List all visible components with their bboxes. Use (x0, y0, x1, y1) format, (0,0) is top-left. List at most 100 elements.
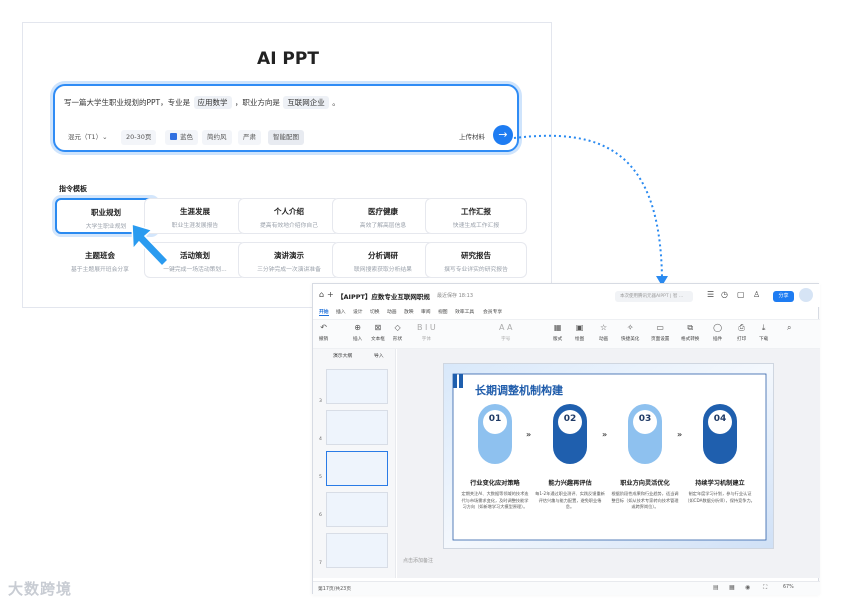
prompt-text-after: 。 (332, 98, 340, 107)
menu-item[interactable]: 开始 (319, 308, 329, 316)
avatar[interactable] (799, 288, 813, 302)
play-icon[interactable]: ◉ (745, 584, 750, 591)
menu-item[interactable]: 视图 (438, 308, 448, 315)
color-swatch-icon (170, 133, 177, 140)
direction-slot[interactable]: 互联网企业 (283, 96, 329, 109)
download-button[interactable]: ⤓ 下载 (759, 323, 768, 342)
step-badge: 02 (553, 404, 587, 464)
shape-button[interactable]: ◇ 形状 (393, 323, 402, 342)
chevron-right-icon: » (526, 430, 532, 439)
menu-bar: 开始 插入 设计 切换 动画 放映 审阅 视图 效率工具 会员专享 (313, 307, 820, 317)
page-indicator: 第17页/共23页 (318, 587, 352, 592)
draw-button[interactable]: ▣ 绘图 (575, 323, 584, 342)
menu-item[interactable]: 插入 (336, 308, 346, 315)
pointer-arrow-icon (131, 222, 170, 268)
comment-icon[interactable]: ▢ (737, 290, 745, 299)
major-slot[interactable]: 应用数学 (193, 96, 232, 109)
template-sub: 提高有效地介绍你自己 (260, 223, 318, 229)
menu-item[interactable]: 设计 (353, 308, 363, 315)
fit-icon[interactable]: ⛶ (763, 584, 767, 592)
step-number: 03 (638, 414, 652, 424)
share-button[interactable]: 分享 (773, 291, 794, 302)
beautify-button[interactable]: ✧ 快捷美化 (621, 323, 639, 342)
home-icon[interactable]: ⌂ (319, 290, 324, 299)
color-select[interactable]: 蓝色 (165, 130, 198, 145)
model-select[interactable]: 混元（T1）⌄ (63, 130, 113, 145)
slide-thumbnail[interactable] (326, 533, 388, 568)
menu-item[interactable]: 审阅 (421, 308, 431, 315)
menu-item[interactable]: 效率工具 (455, 308, 474, 315)
slide-number: 5 (319, 475, 322, 480)
template-sub: 高效了解高层信息 (359, 223, 407, 229)
prompt-text[interactable]: 写一篇大学生职业规划的PPT，专业是 应用数学 ，职业方向是 互联网企业 。 (64, 96, 340, 109)
slide-thumbnail[interactable] (326, 410, 388, 445)
slide-thumbnail[interactable] (326, 369, 388, 404)
font-size-select[interactable]: A A 字号 (499, 323, 513, 342)
slide-number: 4 (319, 437, 322, 442)
slide-thumbnail[interactable] (326, 451, 388, 486)
template-card[interactable]: 个人介绍 提高有效地介绍你自己 (238, 198, 340, 234)
template-card[interactable]: 分析调研 联网搜索获取分析结果 (332, 242, 434, 278)
print-button[interactable]: ⎙ 打印 (737, 323, 746, 342)
layout-button[interactable]: ▦ 版式 (553, 323, 562, 342)
slide-thumbnail[interactable] (326, 492, 388, 527)
color-label: 蓝色 (180, 133, 193, 141)
star-icon: ☆ (600, 323, 608, 332)
document-title[interactable]: 【AIPPT】应数专业互联网职规 (337, 291, 430, 301)
ai-search-input[interactable]: 本次使用腾讯元器AIPPT | 智 ... (615, 291, 693, 302)
collab-icon[interactable]: ♙ (753, 290, 760, 299)
step-number: 04 (713, 414, 727, 424)
template-title: 职业规划 (91, 208, 121, 217)
search-button[interactable]: ⌕ (787, 323, 791, 333)
prompt-text-middle: ，职业方向是 (234, 98, 280, 107)
step-title: 职业方向灵活优化 (620, 480, 670, 487)
textbox-button[interactable]: ⊠ 文本框 (371, 323, 385, 342)
download-icon: ⤓ (761, 323, 766, 332)
style-select[interactable]: 简约风 (202, 130, 232, 145)
prompt-input[interactable]: 写一篇大学生职业规划的PPT，专业是 应用数学 ，职业方向是 互联网企业 。 混… (53, 84, 519, 152)
menu-item[interactable]: 会员专享 (483, 308, 502, 315)
animation-button[interactable]: ☆ 动画 (599, 323, 608, 342)
grid-view-icon[interactable]: ▦ (729, 584, 735, 591)
current-slide[interactable]: 长期调整机制构建 01 02 03 04 » » » 行业变化应对策略 能力兴趣… (443, 363, 774, 549)
history-icon[interactable]: ◷ (721, 290, 728, 299)
step-description: 定期关注AI、大数据等领域的技术迭代与市场需求变化，及时调整技能学习方向（如新增… (461, 491, 529, 509)
search-icon: ⌕ (787, 323, 792, 332)
tab-import[interactable]: 导入 (374, 352, 384, 359)
slide-title: 长期调整机制构建 (475, 384, 563, 397)
add-icon[interactable]: + (327, 290, 334, 299)
font-icon: B I U (417, 323, 436, 332)
menu-item[interactable]: 动画 (387, 308, 397, 315)
magic-icon: ✧ (626, 323, 634, 332)
step-description: 每1-2年通过职业测评、实践反馈重新评估兴趣与能力配置，避免职业倦怠。 (535, 491, 605, 509)
slide-number: 3 (319, 399, 322, 404)
pages-select[interactable]: 20-30页 (121, 130, 157, 145)
template-card[interactable]: 演讲演示 三分钟完成一次演讲准备 (238, 242, 340, 278)
undo-button[interactable]: ↶ 撤销 (319, 323, 328, 342)
step-number: 01 (488, 414, 502, 424)
editor-titlebar: ⌂ + 【AIPPT】应数专业互联网职规 最近保存 18:13 本次使用腾讯元器… (313, 284, 820, 307)
tab-outline[interactable]: 演示大纲 (333, 352, 352, 359)
step-title: 持续学习机制建立 (695, 480, 745, 487)
font-select[interactable]: B I U 字体 (417, 323, 436, 342)
template-card[interactable]: 医疗健康 高效了解高层信息 (332, 198, 434, 234)
notes-toggle-icon[interactable]: ▤ (713, 584, 719, 591)
insert-button[interactable]: ⊕ 插入 (353, 323, 362, 342)
menu-icon[interactable]: ☰ (707, 290, 714, 299)
page-icon: ▭ (656, 323, 664, 332)
notes-input[interactable]: 点击添加备注 (403, 557, 433, 564)
arrow-right-icon: → (498, 128, 508, 141)
template-title: 分析调研 (368, 251, 398, 260)
menu-item[interactable]: 切换 (370, 308, 380, 315)
upload-button[interactable]: 上传材料 (459, 131, 485, 141)
page-setup-button[interactable]: ▭ 页面设置 (651, 323, 669, 342)
dotted-connector (513, 134, 668, 286)
tone-select[interactable]: 严肃 (238, 130, 261, 145)
plugin-button[interactable]: ◯ 插件 (713, 323, 722, 342)
smart-image-toggle[interactable]: 智能配图 (268, 130, 304, 145)
format-convert-button[interactable]: ⧉ 格式转换 (681, 323, 699, 342)
menu-item[interactable]: 放映 (404, 308, 414, 315)
ribbon-toolbar: ↶ 撤销 ⊕ 插入 ⊠ 文本框 ◇ 形状 B I U 字体 A A 字号 ▦ 版式 ▣ 绘图 ☆… (313, 319, 820, 349)
layout-icon: ▦ (553, 323, 562, 332)
zoom-level[interactable]: 67% (783, 585, 794, 590)
